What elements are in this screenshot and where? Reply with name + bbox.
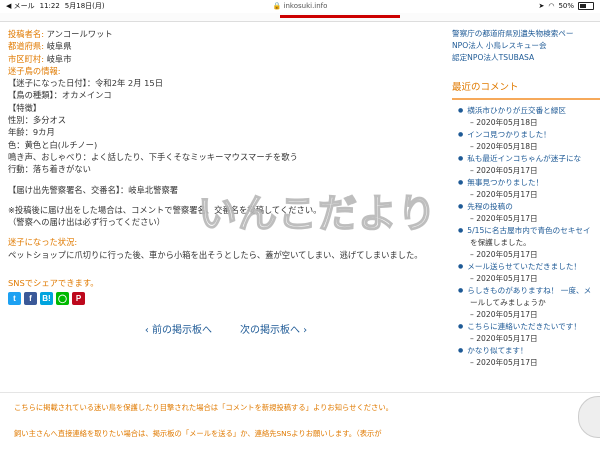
comment-link[interactable]: 先程の投稿の xyxy=(458,201,600,213)
comment-date: – 2020年05月17日 xyxy=(470,358,538,367)
comment-date: – 2020年05月17日 xyxy=(470,214,538,223)
comment-date: – 2020年05月17日 xyxy=(470,250,538,259)
species: 【鳥の種類】：オカメインコ xyxy=(8,90,112,101)
comment-item: インコ見つかりました！– 2020年05月18日 xyxy=(458,129,600,153)
url-bar[interactable]: 🔒 inkosuki.info xyxy=(0,2,600,10)
age: 年齢：9カ月 xyxy=(8,127,55,138)
comment-item: こちらに連絡いただきたいです！– 2020年05月17日 xyxy=(458,321,600,345)
comment-item: 横浜市ひかりが丘交番と緑区– 2020年05月18日 xyxy=(458,105,600,129)
sex: 性別：多分オス xyxy=(8,115,67,126)
notice-line-1: こちらに掲載されている迷い鳥を保護したり目撃された場合は「コメントを新規投稿する… xyxy=(14,403,393,412)
comment-link[interactable]: こちらに連絡いただきたいです！ xyxy=(458,321,600,333)
comment-link[interactable]: らしきものがありますね！ 一度、メ xyxy=(458,285,600,297)
battery-icon xyxy=(578,2,594,10)
sidebar: 警察庁の都道府県別遺失物検索ペー NPO法人 小鳥レスキュー会 認定NPO法人T… xyxy=(452,28,600,369)
pref-value: 岐阜県 xyxy=(46,41,72,52)
url-text: inkosuki.info xyxy=(283,2,328,10)
comment-date: – 2020年05月17日 xyxy=(470,334,538,343)
prev-board-link[interactable]: ‹ 前の掲示板へ xyxy=(145,325,212,337)
comment-item: らしきものがありますね！ 一度、メールしてみましょうか – 2020年05月17日 xyxy=(458,285,600,321)
hatena-icon[interactable]: B! xyxy=(40,292,53,306)
city-value: 岐阜市 xyxy=(46,53,72,64)
facebook-icon[interactable]: f xyxy=(24,292,37,306)
recent-comments-list: 横浜市ひかりが丘交番と緑区– 2020年05月18日 インコ見つかりました！– … xyxy=(452,105,600,369)
comment-link[interactable]: 横浜市ひかりが丘交番と緑区 xyxy=(458,105,600,117)
comment-item: 無事見つかりました！– 2020年05月17日 xyxy=(458,177,600,201)
sns-icons: t f B! ◯ P xyxy=(8,292,444,306)
comment-link[interactable]: 私も最近インコちゃんが迷子にな xyxy=(458,153,600,165)
sidebar-link-police[interactable]: 警察庁の都道府県別遺失物検索ペー xyxy=(452,29,574,38)
page-top-strip xyxy=(0,13,600,22)
line-icon[interactable]: ◯ xyxy=(56,292,69,306)
comment-link[interactable]: 無事見つかりました！ xyxy=(458,177,600,189)
sns-share-label: SNSでシェアできます。 xyxy=(8,278,99,289)
color: 色：黄色と白(ルチノー) xyxy=(8,139,98,150)
comment-item: かなり似てます！– 2020年05月17日 xyxy=(458,345,600,369)
comment-text-cont: を保護しました。 xyxy=(470,238,531,247)
city-label: 市区町村: xyxy=(8,53,44,64)
comment-item: 先程の投稿の– 2020年05月17日 xyxy=(458,201,600,225)
poster-value: アンコールワット xyxy=(46,29,113,39)
comment-date: – 2020年05月17日 xyxy=(470,274,538,283)
pinterest-icon[interactable]: P xyxy=(72,292,85,306)
comment-date: – 2020年05月17日 xyxy=(470,310,538,319)
comment-date: – 2020年05月17日 xyxy=(470,166,538,175)
notice-area: こちらに掲載されている迷い鳥を保護したり目撃された場合は「コメントを新規投稿する… xyxy=(0,392,600,451)
comment-date: – 2020年05月18日 xyxy=(470,142,538,151)
lost-date: 【迷子になった日付】：令和2年 2月 15日 xyxy=(8,78,163,89)
poster-label: 投稿者名: xyxy=(8,29,44,39)
sidebar-link-tsubasa[interactable]: 認定NPO法人TSUBASA xyxy=(452,53,534,62)
features-label: 【特徴】 xyxy=(8,102,42,113)
comment-link[interactable]: かなり似てます！ xyxy=(458,345,600,357)
info-label: 迷子鳥の情報: xyxy=(8,65,61,76)
notice-line-2: 飼い主さんへ直接連絡を取りたい場合は、掲示板の「メールを送る」か、連絡先SNSよ… xyxy=(14,429,382,438)
comment-item: 私も最近インコちゃんが迷子にな– 2020年05月17日 xyxy=(458,153,600,177)
comment-item: メール送らせていただきました！– 2020年05月17日 xyxy=(458,261,600,285)
twitter-icon[interactable]: t xyxy=(8,292,21,306)
comment-link[interactable]: インコ見つかりました！ xyxy=(458,129,600,141)
header-accent-bar xyxy=(280,15,400,18)
comment-item: 5/15に名古屋市内で青色のセキセイを保護しました。 – 2020年05月17日 xyxy=(458,225,600,261)
next-board-link[interactable]: 次の掲示板へ › xyxy=(240,325,307,337)
site-watermark: いんこだより xyxy=(197,191,438,238)
behavior: 鳴き声、おしゃべり：よく話したり、下手くそなミッキーマウスマーチを歌う xyxy=(8,151,298,162)
comment-link[interactable]: メール送らせていただきました！ xyxy=(458,261,600,273)
comment-link[interactable]: 5/15に名古屋市内で青色のセキセイ xyxy=(458,225,600,237)
situation-text: ペットショップに爪切りに行った後、車から小箱を出そうとしたら、蓋が空いてしまい、… xyxy=(8,249,423,260)
comment-date: – 2020年05月17日 xyxy=(470,190,538,199)
status-bar: ◀ メール 11:22 5月18日(月) 🔒 inkosuki.info ➤ ◠… xyxy=(0,0,600,12)
comment-text-cont: ールしてみましょうか xyxy=(470,298,546,307)
post-navigation: ‹ 前の掲示板へ 次の掲示板へ › xyxy=(8,325,444,337)
pref-label: 都道府県: xyxy=(8,41,44,52)
recent-comments-title: 最近のコメント xyxy=(452,82,600,100)
action: 行動：落ち着きがない xyxy=(8,164,91,175)
sidebar-link-kotori-rescue[interactable]: NPO法人 小鳥レスキュー会 xyxy=(452,41,547,50)
comment-date: – 2020年05月18日 xyxy=(470,118,538,127)
